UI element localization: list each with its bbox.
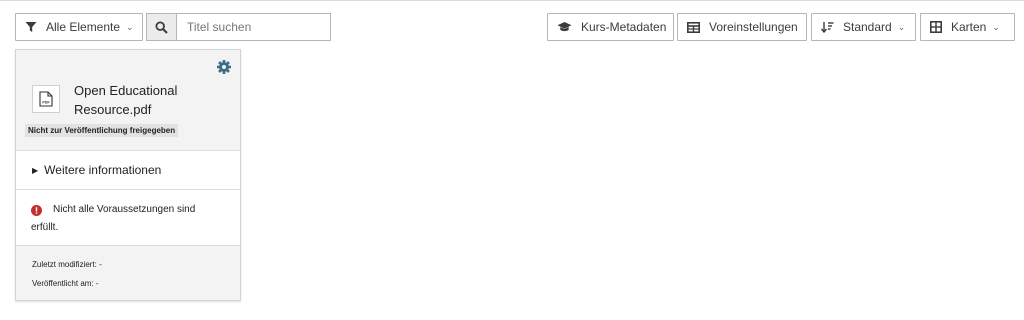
chevron-down-icon: ⌄ xyxy=(992,21,1000,32)
search-input[interactable] xyxy=(176,13,331,41)
graduation-cap-icon xyxy=(557,21,572,33)
prerequisites-notice: Nicht alle Voraussetzungen sind erfüllt. xyxy=(16,190,240,246)
course-metadata-button[interactable]: Kurs-Metadaten xyxy=(547,13,674,41)
view-label: Karten xyxy=(951,20,987,34)
prerequisites-text: Nicht alle Voraussetzungen sind erfüllt. xyxy=(31,204,196,233)
file-type-label: PDF xyxy=(42,101,50,105)
published-date: Veröffentlicht am: - xyxy=(32,279,99,288)
status-badge: Nicht zur Veröffentlichung freigegeben xyxy=(25,124,179,137)
presets-button[interactable]: Voreinstellungen xyxy=(677,13,807,41)
toolbar: Alle Elemente ⌄ Kurs-Metadaten Voreinste… xyxy=(15,13,1015,43)
view-dropdown[interactable]: Karten ⌄ xyxy=(920,13,1015,41)
more-info-toggle[interactable]: ▶ Weitere informationen xyxy=(16,151,240,190)
sort-dropdown[interactable]: Standard ⌄ xyxy=(811,13,916,41)
filter-dropdown[interactable]: Alle Elemente ⌄ xyxy=(15,13,143,41)
file-title[interactable]: Open Educational Resource.pdf xyxy=(74,81,224,119)
card-footer: Zuletzt modifiziert: - Veröffentlicht am… xyxy=(16,246,240,300)
filter-icon xyxy=(25,21,37,33)
more-info-label: Weitere informationen xyxy=(44,163,162,177)
pdf-file-icon: PDF xyxy=(32,85,60,113)
resource-card: PDF Open Educational Resource.pdf Nicht … xyxy=(15,49,241,301)
table-icon xyxy=(687,21,700,33)
gear-icon[interactable] xyxy=(217,60,231,74)
last-modified: Zuletzt modifiziert: - xyxy=(32,260,102,269)
course-metadata-label: Kurs-Metadaten xyxy=(581,20,667,34)
sort-icon xyxy=(821,21,834,33)
filter-label: Alle Elemente xyxy=(46,20,121,34)
search-button[interactable] xyxy=(146,13,177,41)
top-divider xyxy=(0,0,1024,1)
search-icon xyxy=(155,20,168,34)
chevron-down-icon: ⌄ xyxy=(897,21,906,32)
grid-icon xyxy=(930,21,942,33)
caret-right-icon: ▶ xyxy=(32,165,39,175)
presets-label: Voreinstellungen xyxy=(709,20,798,34)
chevron-down-icon: ⌄ xyxy=(126,21,134,32)
sort-label: Standard xyxy=(843,20,892,34)
card-header: PDF Open Educational Resource.pdf Nicht … xyxy=(16,50,240,151)
